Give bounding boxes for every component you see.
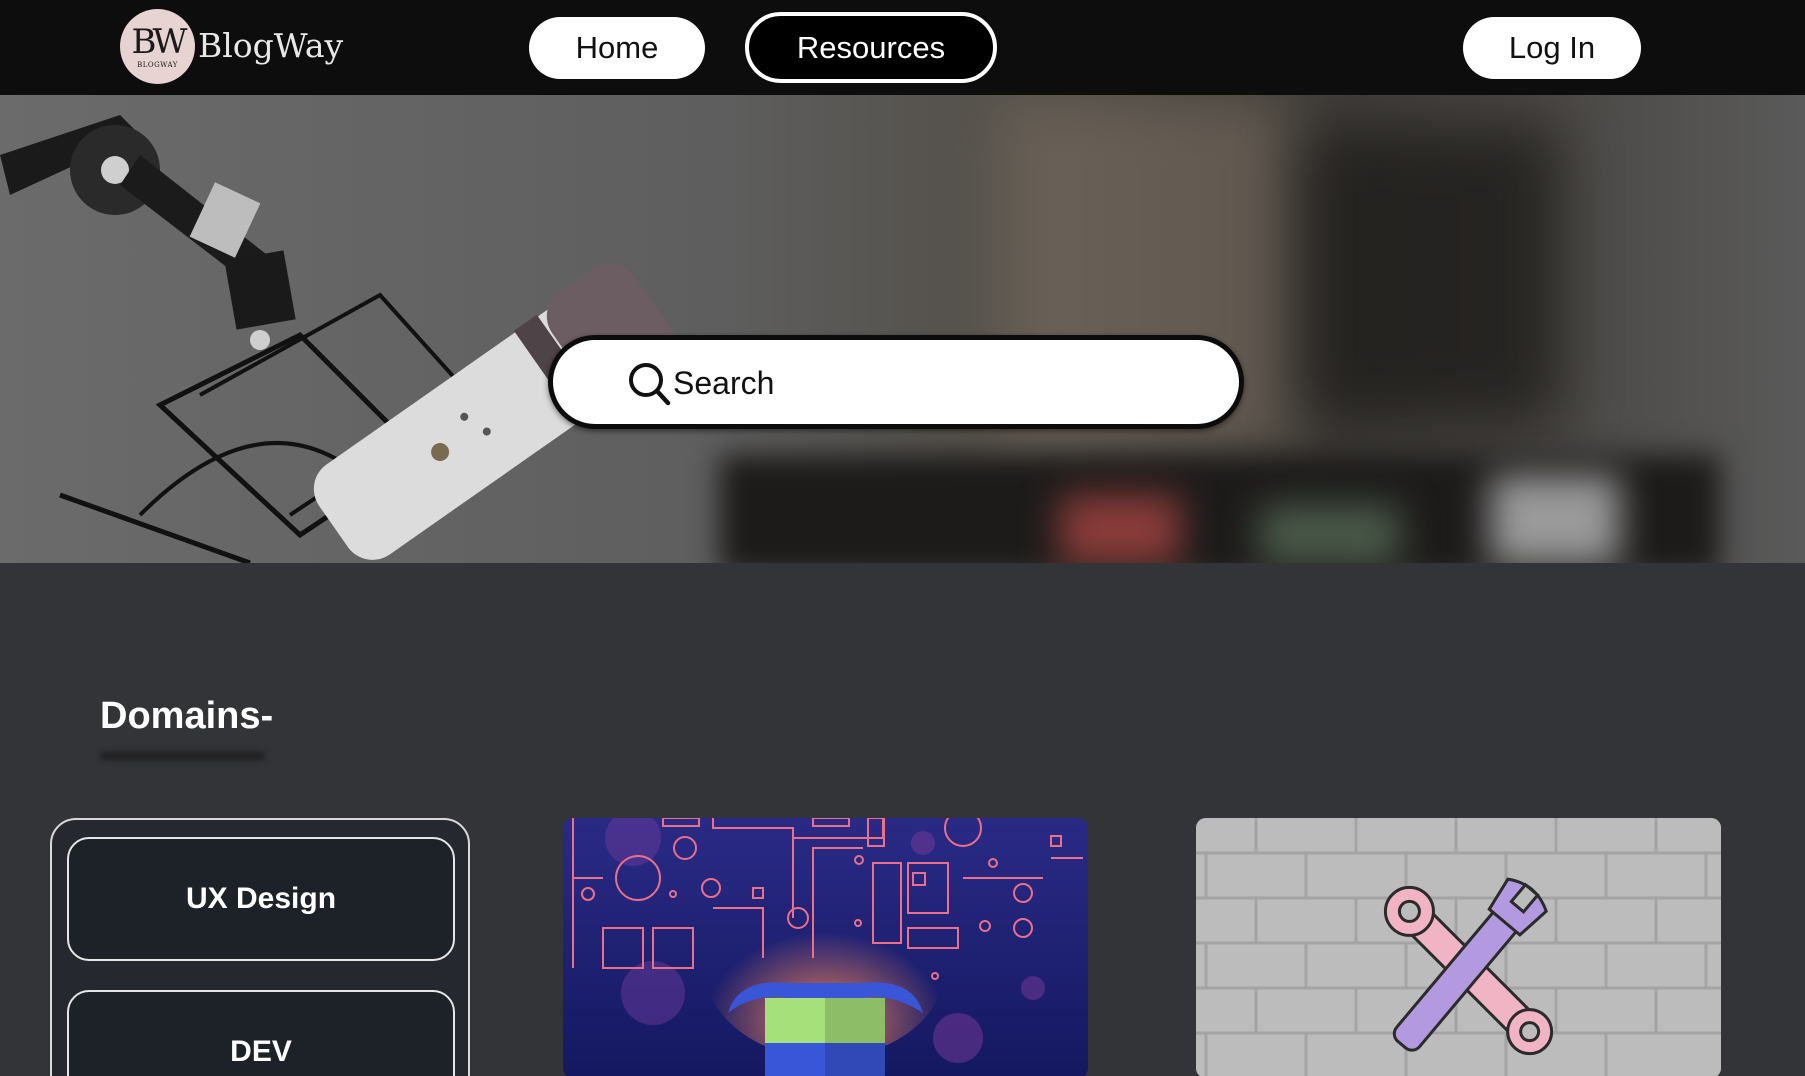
logo-badge[interactable]: BW BLOGWAY [120,9,195,84]
hero-bg-blur [1300,125,1560,425]
search-input[interactable]: Search [673,365,774,402]
nav-home-button[interactable]: Home [529,17,705,79]
nav-resources-button[interactable]: Resources [745,12,997,83]
logo-subtext: BLOGWAY [137,60,178,69]
domains-underline [100,752,265,760]
domain-card-image[interactable] [563,818,1088,1076]
wrench-cross-icon [1196,818,1721,1076]
search-bar[interactable]: Search [548,335,1244,429]
hero-bg-shelf [1490,475,1620,563]
domain-list-panel: UX Design DEV [50,818,470,1076]
hero-bg-shelf [1260,505,1400,563]
logo-text[interactable]: BlogWay [198,26,343,65]
domains-heading: Domains- [100,695,274,737]
domain-card-image[interactable] [1196,818,1721,1076]
logo-monogram: BW [131,21,188,62]
domain-item-ux-design[interactable]: UX Design [67,837,455,961]
magic-hat-icon [563,818,1088,1076]
microphone-illustration [0,115,678,563]
search-icon [629,363,671,406]
hero-banner: Search [0,95,1805,563]
top-navbar: BW BLOGWAY BlogWay Home Resources Log In [0,0,1805,95]
domain-item-dev[interactable]: DEV [67,990,455,1076]
hero-bg-shelf [1060,495,1180,563]
login-button[interactable]: Log In [1463,17,1641,79]
